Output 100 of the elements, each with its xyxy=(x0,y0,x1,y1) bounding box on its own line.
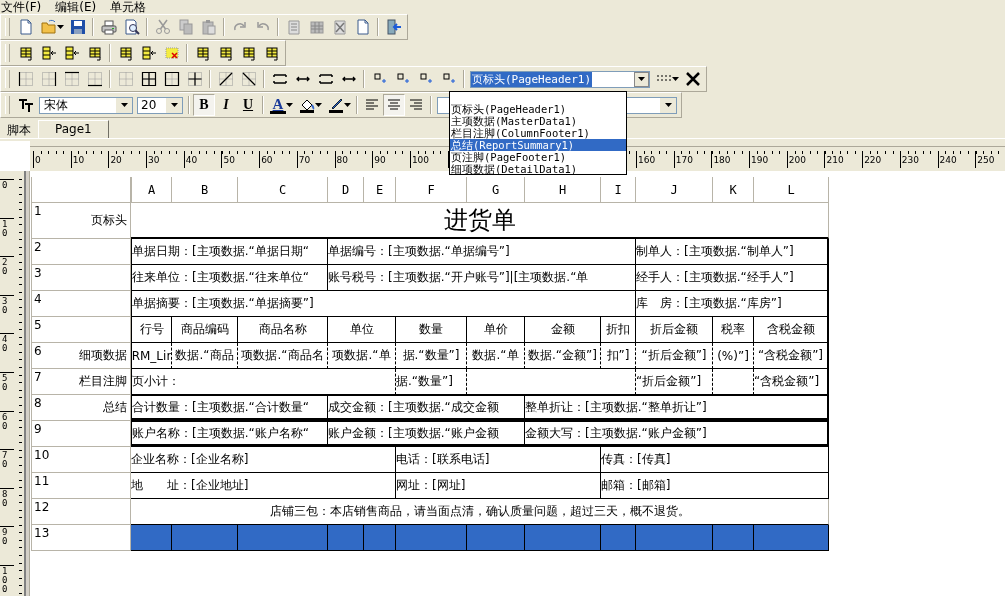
sheet-tab[interactable]: Page1 xyxy=(38,120,109,138)
print-preview-icon[interactable] xyxy=(123,19,140,35)
same-width-icon[interactable] xyxy=(271,71,288,87)
band-option[interactable]: 总结(ReportSummary1) xyxy=(450,139,626,151)
ruler-label: 80 xyxy=(336,156,348,165)
row-header[interactable]: 1 页标头 xyxy=(31,203,131,239)
table-row-icon[interactable] xyxy=(194,45,211,61)
cross-icon[interactable] xyxy=(684,71,701,87)
font-style-button[interactable]: I xyxy=(215,94,237,116)
font-name-field[interactable]: 宋体 xyxy=(39,96,133,114)
insert-column-icon[interactable] xyxy=(17,45,34,61)
corner-cell[interactable] xyxy=(31,177,131,203)
column-header[interactable]: F xyxy=(396,177,467,203)
table-cell: 单据摘要：[主项数据.“单据摘要”] xyxy=(131,291,636,317)
pen-color-icon[interactable] xyxy=(327,97,344,113)
caret-icon[interactable] xyxy=(672,77,679,81)
table-column-icon[interactable] xyxy=(217,45,234,61)
row-number[interactable]: 3 xyxy=(34,267,42,279)
font-style-button[interactable]: U xyxy=(237,94,259,116)
caret-icon[interactable] xyxy=(120,103,128,107)
row-header[interactable]: 2 xyxy=(31,239,131,265)
table-grid-icon[interactable] xyxy=(263,45,280,61)
border-all-icon[interactable] xyxy=(140,71,157,87)
ruler-label: 20 xyxy=(2,258,8,279)
column-header[interactable]: E xyxy=(364,177,396,203)
row-header[interactable]: 7 栏目注脚 xyxy=(31,369,131,395)
column-header[interactable]: A xyxy=(131,177,172,203)
row-number[interactable]: 5 xyxy=(34,319,42,331)
insert-cell-above-icon[interactable] xyxy=(86,45,103,61)
column-header[interactable]: J xyxy=(636,177,713,203)
row-number[interactable]: 7 xyxy=(34,371,42,383)
align-button[interactable] xyxy=(383,94,405,116)
column-header[interactable]: G xyxy=(467,177,525,203)
menu-item[interactable]: 编辑(E) xyxy=(55,0,97,14)
save-icon[interactable] xyxy=(69,19,86,35)
column-header[interactable]: C xyxy=(238,177,328,203)
caret-icon[interactable] xyxy=(57,25,64,29)
delete-cell-icon[interactable] xyxy=(163,45,180,61)
row-header[interactable]: 5 xyxy=(31,317,131,343)
font-size-field[interactable]: 20 xyxy=(137,96,183,114)
append-row-icon[interactable] xyxy=(140,45,157,61)
new-file-icon[interactable] xyxy=(17,19,34,35)
caret-icon[interactable] xyxy=(286,103,293,107)
border-left-icon[interactable] xyxy=(17,71,34,87)
row-header[interactable]: 11 xyxy=(31,473,131,499)
row-number[interactable]: 2 xyxy=(34,241,42,253)
diagonal-line-icon[interactable] xyxy=(217,71,234,87)
printer-icon[interactable] xyxy=(100,19,117,35)
exit-door-icon[interactable] xyxy=(385,19,402,35)
font-style-button[interactable]: B xyxy=(193,94,215,116)
document-cross-icon[interactable] xyxy=(331,19,348,35)
row-header[interactable]: 12 xyxy=(31,499,131,525)
column-header[interactable]: K xyxy=(713,177,754,203)
append-column-icon[interactable] xyxy=(117,45,134,61)
row-header[interactable]: 4 xyxy=(31,291,131,317)
column-header[interactable]: D xyxy=(328,177,364,203)
column-header[interactable]: I xyxy=(601,177,636,203)
band-option[interactable]: 页注脚(PageFooter1) xyxy=(450,151,626,163)
back-diagonal-icon[interactable] xyxy=(240,71,257,87)
row-number[interactable]: 1 xyxy=(34,205,42,217)
row-number[interactable]: 9 xyxy=(34,423,42,435)
menu-item[interactable]: 单元格 xyxy=(110,0,147,14)
caret-icon[interactable] xyxy=(315,103,322,107)
row-number[interactable]: 6 xyxy=(34,345,42,357)
row-header[interactable]: 10 xyxy=(31,447,131,473)
row-number[interactable]: 11 xyxy=(34,475,50,487)
row-number[interactable]: 4 xyxy=(34,293,42,305)
column-header[interactable]: L xyxy=(754,177,829,203)
row-header[interactable]: 3 xyxy=(31,265,131,291)
menu-item[interactable]: 文件(F) xyxy=(1,0,42,14)
band-option[interactable]: 主项数据(MasterData1) xyxy=(450,115,626,127)
border-bottom-icon[interactable] xyxy=(86,71,103,87)
band-dropdown[interactable]: 页标头(PageHeader1) xyxy=(470,70,650,88)
column-header[interactable]: B xyxy=(172,177,238,203)
border-top-icon[interactable] xyxy=(63,71,80,87)
border-right-icon[interactable] xyxy=(40,71,57,87)
row-header[interactable]: 9 xyxy=(31,421,131,447)
row-header[interactable]: 6 细项数据 xyxy=(31,343,131,369)
band-option[interactable]: 栏目注脚(ColumnFooter1) xyxy=(450,127,626,139)
row-number[interactable]: 10 xyxy=(34,449,50,461)
table-cell-icon[interactable] xyxy=(240,45,257,61)
border-outer-icon[interactable] xyxy=(163,71,180,87)
band-option[interactable]: 细项数据(DetailData1) xyxy=(450,163,626,175)
blank-page-icon[interactable] xyxy=(354,19,371,35)
row-number[interactable]: 12 xyxy=(34,501,50,513)
caret-icon[interactable] xyxy=(170,103,178,107)
row-header[interactable]: 8 总结 xyxy=(31,395,131,421)
insert-row-icon[interactable] xyxy=(40,45,57,61)
row-number[interactable]: 13 xyxy=(34,527,50,539)
same-height-icon[interactable] xyxy=(317,71,334,87)
fill-color-icon[interactable] xyxy=(298,97,315,113)
caret-icon[interactable] xyxy=(664,103,672,107)
insert-cell-icon[interactable] xyxy=(63,45,80,61)
column-header[interactable]: H xyxy=(525,177,601,203)
border-inner-icon[interactable] xyxy=(186,71,203,87)
sheet-tab[interactable]: 脚本 xyxy=(0,121,38,138)
band-option[interactable]: 页标头(PageHeader1) xyxy=(450,103,626,115)
caret-icon[interactable] xyxy=(344,103,351,107)
row-number[interactable]: 8 xyxy=(34,397,42,409)
caret-icon[interactable] xyxy=(638,77,645,81)
